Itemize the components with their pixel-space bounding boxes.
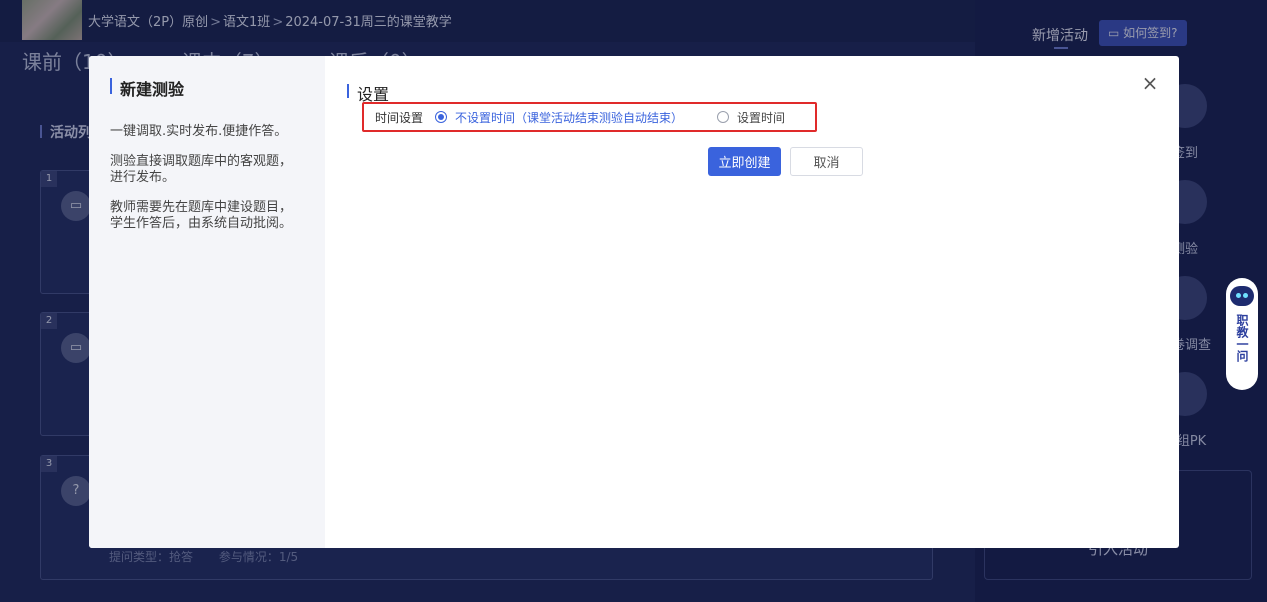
- dialog-description: 教师需要先在题库中建设题目，学生作答后，由系统自动批阅。: [110, 200, 293, 231]
- robot-label: 职教一问: [1235, 314, 1249, 362]
- dialog-description: 一键调取.实时发布.便捷作答。: [110, 124, 288, 139]
- radio-set-time[interactable]: 设置时间: [717, 109, 785, 126]
- robot-icon: [1230, 286, 1254, 306]
- dialog-content: 设置 × 时间设置 不设置时间（课堂活动结束测验自动结束） 设置时间 立即创建 …: [325, 56, 1179, 548]
- time-setting-label: 时间设置: [375, 110, 424, 125]
- dialog-sidebar: 新建测验 一键调取.实时发布.便捷作答。 测验直接调取题库中的客观题，进行发布。…: [89, 56, 325, 548]
- radio-no-time-limit[interactable]: 不设置时间（课堂活动结束测验自动结束）: [435, 109, 683, 126]
- radio-label: 设置时间: [737, 110, 786, 125]
- radio-selected-icon: [435, 111, 448, 123]
- ai-assistant-robot[interactable]: 职教一问: [1226, 278, 1258, 390]
- create-now-button[interactable]: 立即创建: [708, 147, 781, 176]
- cancel-button[interactable]: 取消: [790, 147, 863, 176]
- dialog-description: 测验直接调取题库中的客观题，进行发布。: [110, 154, 293, 185]
- radio-empty-icon: [717, 111, 730, 123]
- new-quiz-dialog: 新建测验 一键调取.实时发布.便捷作答。 测验直接调取题库中的客观题，进行发布。…: [89, 56, 1179, 548]
- close-icon[interactable]: ×: [1141, 73, 1159, 93]
- dialog-title: 新建测验: [110, 76, 304, 100]
- radio-label: 不设置时间（课堂活动结束测验自动结束）: [455, 110, 684, 125]
- time-setting-row: 时间设置 不设置时间（课堂活动结束测验自动结束） 设置时间: [362, 102, 817, 132]
